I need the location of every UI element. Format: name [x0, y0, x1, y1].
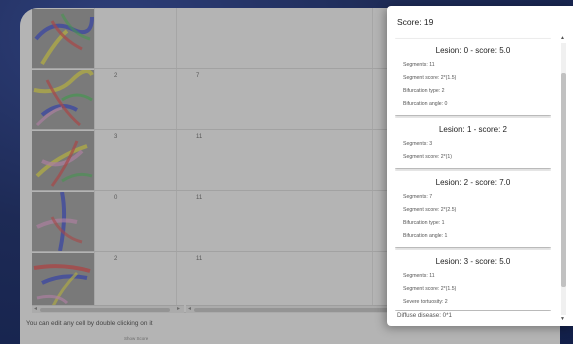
lesion-detail: Segments: 11: [403, 62, 435, 68]
lesion-detail: Segment score: 2*(1.5): [403, 286, 457, 292]
lesion-detail: Segments: 7: [403, 194, 433, 200]
score-title: Score: 19: [397, 17, 434, 27]
lesion-card: Lesion: 2 - score: 7.0 Segments: 7 Segme…: [395, 171, 551, 247]
lesion-detail: Segments: 3: [403, 141, 433, 147]
lesion-detail: Bifurcation angle: 0: [403, 101, 448, 107]
lesion-detail: Bifurcation type: 2: [403, 88, 445, 94]
lesion-card: Lesion: 0 - score: 5.0 Segments: 11 Segm…: [395, 39, 551, 115]
scroll-up-icon[interactable]: ▲: [560, 35, 565, 41]
lesion-title: Lesion: 2 - score: 7.0: [435, 178, 511, 187]
lesion-detail: Segment score: 2*(1.5): [403, 75, 457, 81]
lesion-title: Lesion: 1 - score: 2: [438, 125, 508, 134]
lesion-detail: Severe tortuosity: 2: [403, 299, 448, 305]
scroll-down-icon[interactable]: ▼: [560, 316, 565, 322]
vertical-scrollbar[interactable]: ▲ ▼: [559, 35, 567, 324]
diffuse-disease-text: Diffuse disease: 0*1: [397, 312, 452, 319]
lesion-title: Lesion: 3 - score: 5.0: [435, 257, 511, 266]
scrollbar-thumb[interactable]: [561, 73, 566, 287]
lesion-list[interactable]: Lesion: 0 - score: 5.0 Segments: 11 Segm…: [395, 35, 551, 311]
lesion-detail: Bifurcation angle: 1: [403, 233, 448, 239]
score-panel: Score: 19 Lesion: 0 - score: 5.0 Segment…: [387, 6, 573, 326]
lesion-detail: Segments: 11: [403, 273, 435, 279]
lesion-card: Lesion: 1 - score: 2 Segments: 3 Segment…: [395, 118, 551, 168]
lesion-detail: Segment score: 2*(2.5): [403, 207, 457, 213]
lesion-detail: Segment score: 2*(1): [403, 154, 453, 160]
lesion-title: Lesion: 0 - score: 5.0: [435, 46, 511, 55]
lesion-detail: Bifurcation type: 1: [403, 220, 445, 226]
lesion-card: Lesion: 3 - score: 5.0 Segments: 11 Segm…: [395, 250, 551, 310]
